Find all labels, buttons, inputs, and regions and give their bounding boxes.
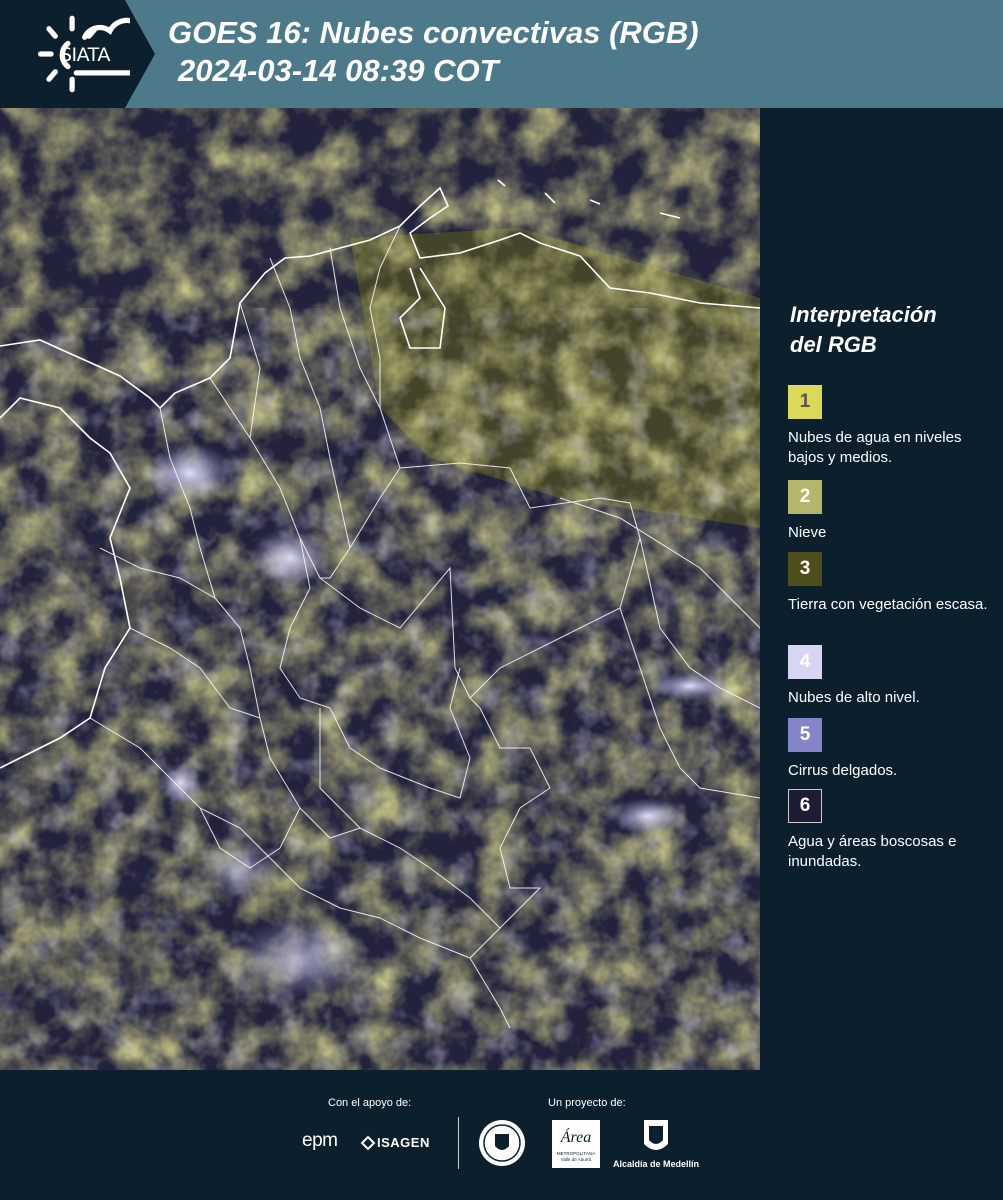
legend-label-1: Nubes de agua en niveles bajos y medios. (788, 429, 962, 466)
isagen-icon (360, 1135, 376, 1151)
legend-swatch-5: 5 (788, 718, 822, 752)
legend-item-1: 1 Nubes de agua en niveles bajos y medio… (788, 385, 998, 468)
title-line-2: 2024-03-14 08:39 COT (178, 53, 499, 88)
legend-swatch-2: 2 (788, 480, 822, 514)
legend-swatch-3: 3 (788, 552, 822, 586)
legend-item-6: 6 Agua y áreas boscosas e inundadas. (788, 789, 998, 872)
legend-swatch-4: 4 (788, 645, 822, 679)
alcaldia-logo-text: Alcaldía de Medellín (613, 1159, 700, 1169)
support-label: Con el apoyo de: (328, 1097, 412, 1109)
legend-title-line-1: Interpretación (790, 302, 937, 327)
area-logo-text: Área (560, 1129, 592, 1146)
alcaldia-shield-icon (644, 1120, 668, 1150)
area-logo-subtext: METROPOLITANA Valle de Aburrá (556, 1151, 596, 1162)
legend-item-2: 2 Nieve (788, 480, 998, 543)
legend-title: Interpretación del RGB (790, 300, 990, 360)
medellin-seal-icon (479, 1120, 525, 1166)
satellite-map[interactable] (0, 108, 760, 1070)
legend-swatch-1: 1 (788, 385, 822, 419)
legend-swatch-6: 6 (788, 789, 822, 823)
legend-label-6: Agua y áreas boscosas e inundadas. (788, 833, 957, 870)
legend-item-5: 5 Cirrus delgados. (788, 718, 998, 781)
area-metropolitana-logo: Área METROPOLITANA Valle de Aburrá (552, 1120, 600, 1168)
legend-label-2: Nieve (788, 524, 827, 541)
legend-label-4: Nubes de alto nivel. (788, 689, 920, 706)
epm-logo: epm (302, 1130, 338, 1151)
legend-label-5: Cirrus delgados. (788, 762, 898, 779)
legend-label-3: Tierra con vegetación escasa. (788, 596, 988, 613)
footer-divider (458, 1117, 459, 1169)
legend-item-3: 3 Tierra con vegetación escasa. (788, 552, 998, 615)
map-svg (0, 108, 760, 1070)
legend-item-4: 4 Nubes de alto nivel. (788, 645, 998, 708)
isagen-logo: ISAGEN (377, 1135, 430, 1150)
legend-title-line-2: del RGB (790, 332, 877, 357)
page-title: GOES 16: Nubes convectivas (RGB) 2024-03… (168, 14, 699, 90)
title-line-1: GOES 16: Nubes convectivas (RGB) (168, 15, 699, 50)
logo-text: SIATA (60, 44, 110, 66)
project-label: Un proyecto de: (548, 1097, 626, 1109)
